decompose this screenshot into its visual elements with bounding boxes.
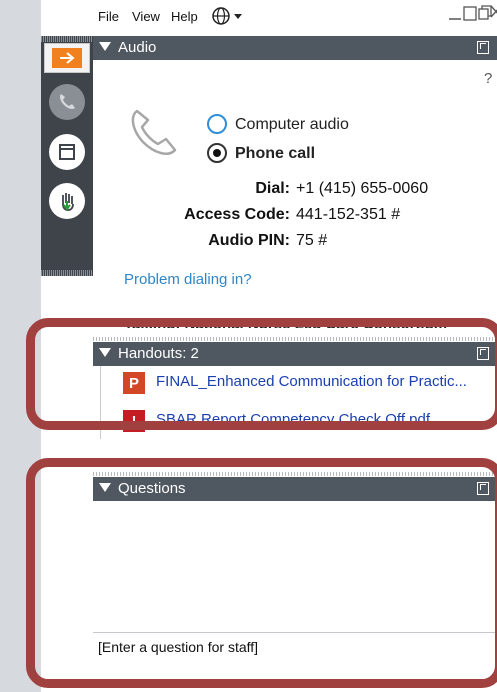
phone-call-radio[interactable]	[207, 143, 227, 163]
dial-label: Dial:	[255, 180, 290, 197]
computer-audio-radio[interactable]	[207, 114, 227, 134]
panel-button[interactable]	[49, 134, 85, 170]
talking-status: Talking: National Nurse Led Care Consort…	[124, 318, 448, 328]
questions-panel-title: Questions	[118, 480, 186, 497]
menu-view[interactable]: View	[132, 9, 160, 24]
bottom-spacer	[93, 660, 497, 692]
collapse-triangle-icon[interactable]	[99, 483, 111, 492]
toolbar-grip-bottom[interactable]	[41, 270, 93, 276]
audio-help-button[interactable]: ?	[484, 70, 492, 87]
close-icon	[490, 5, 497, 18]
language-globe-button[interactable]	[211, 6, 245, 30]
phone-icon	[60, 94, 75, 109]
collapse-button[interactable]	[44, 43, 90, 73]
minimize-icon	[449, 18, 461, 20]
panel-splitter[interactable]	[93, 337, 497, 341]
popout-icon[interactable]	[477, 482, 489, 495]
popout-icon[interactable]	[477, 41, 489, 54]
phone-call-label[interactable]: Phone call	[235, 145, 315, 163]
raise-hand-button[interactable]	[49, 183, 85, 219]
panel-splitter[interactable]	[93, 472, 497, 476]
maximize-icon	[463, 6, 477, 21]
audio-pin-value: 75 #	[296, 232, 328, 249]
toolbar-grip-top[interactable]	[41, 36, 93, 42]
raise-hand-icon	[62, 193, 74, 211]
handout-item[interactable]: ! SBAR Report Competency Check Off.pdf	[101, 404, 496, 438]
handout-filename[interactable]: FINAL_Enhanced Communication for Practic…	[156, 373, 467, 390]
audio-panel-title: Audio	[118, 39, 157, 56]
question-input[interactable]: [Enter a question for staff]	[93, 632, 497, 660]
handout-item[interactable]: P FINAL_Enhanced Communication for Pract…	[101, 366, 496, 400]
popout-icon[interactable]	[477, 347, 489, 360]
menu-bar: File View Help	[93, 0, 497, 36]
phone-button[interactable]	[49, 84, 85, 120]
pdf-file-icon: !	[123, 410, 145, 432]
access-code-value: 441-152-351 #	[296, 206, 401, 223]
problem-dialing-link[interactable]: Problem dialing in?	[124, 271, 252, 288]
access-code-label: Access Code:	[184, 206, 290, 223]
vertical-toolbar	[41, 36, 93, 276]
handouts-list: P FINAL_Enhanced Communication for Pract…	[100, 366, 497, 439]
questions-panel-header[interactable]: Questions	[93, 477, 497, 501]
handouts-panel-header[interactable]: Handouts: 2	[93, 342, 497, 366]
handouts-panel-title: Handouts: 2	[118, 345, 199, 362]
maximize-button[interactable]	[463, 4, 477, 27]
menu-help[interactable]: Help	[171, 9, 198, 24]
dial-number: +1 (415) 655-0060	[296, 180, 429, 197]
arrow-right-icon	[52, 48, 82, 68]
collapse-triangle-icon[interactable]	[99, 42, 111, 51]
questions-log	[93, 502, 497, 632]
audio-panel-header[interactable]: Audio	[93, 36, 497, 60]
powerpoint-file-icon: P	[123, 372, 145, 394]
window-panel-icon	[59, 144, 75, 160]
computer-audio-label[interactable]: Computer audio	[235, 116, 349, 134]
minimize-button[interactable]	[448, 0, 462, 27]
left-margin	[0, 0, 41, 692]
audio-pin-label: Audio PIN:	[208, 232, 290, 249]
handout-filename[interactable]: SBAR Report Competency Check Off.pdf	[156, 411, 430, 428]
handset-icon	[131, 109, 177, 155]
collapse-triangle-icon[interactable]	[99, 348, 111, 357]
menu-file[interactable]: File	[98, 9, 119, 24]
globe-icon	[212, 7, 242, 25]
close-button[interactable]	[489, 1, 497, 25]
